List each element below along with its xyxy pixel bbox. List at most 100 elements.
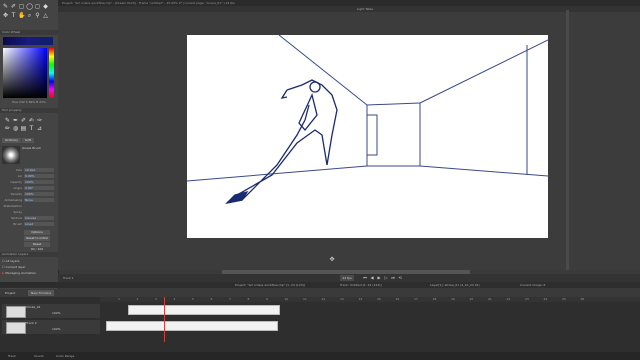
tab-ordinary[interactable]: Ordinary	[2, 138, 22, 143]
ruler-tick: 2	[136, 297, 139, 301]
status-bar	[0, 352, 640, 360]
pencil-subtool-icon[interactable]: ✐	[20, 117, 27, 124]
prop-opacity[interactable]: Opacity 100%	[2, 180, 56, 185]
prop-stabilization[interactable]: Stabilization	[2, 204, 56, 209]
play-icon[interactable]: ▶	[376, 275, 382, 281]
cel-strip[interactable]	[106, 321, 278, 331]
brush-icon[interactable]: ▢	[18, 3, 25, 10]
text-icon[interactable]: T	[10, 12, 17, 19]
ruler-tick: 10	[284, 297, 289, 301]
ruler-tick: 24	[543, 297, 548, 301]
prev-frame-icon[interactable]: ◀	[369, 275, 375, 281]
brush-preview	[2, 146, 20, 164]
back-top-line	[366, 102, 421, 106]
ruler-tick: 7	[229, 297, 231, 301]
track-name: stroke_01	[26, 305, 41, 309]
status-sound[interactable]: Sound	[34, 353, 43, 359]
info-track: Track: Untitled [1, 24 (123)]	[340, 283, 382, 287]
tab-new-timeline[interactable]: New Timeline	[28, 290, 55, 296]
loop-icon[interactable]: ⟲	[397, 275, 403, 281]
tab-project[interactable]: Project	[2, 290, 18, 296]
eraser-icon[interactable]: ◯	[26, 3, 33, 10]
layer-item-label: All layers	[5, 259, 20, 263]
blend-subtool-icon[interactable]: ✏	[4, 125, 11, 132]
fps-selector[interactable]: 24 fps	[340, 275, 354, 281]
ruler-tick: 9	[266, 297, 268, 301]
ruler-tick: 14	[358, 297, 363, 301]
move-icon[interactable]: ✥	[2, 12, 9, 19]
layer-item-label: Managing Animation	[5, 271, 37, 275]
ruler-tick: 8	[247, 297, 250, 301]
timeline-tabs	[0, 289, 640, 297]
pen-subtool-icon[interactable]: ✎	[4, 117, 11, 124]
tab-soft[interactable]: Soft	[22, 138, 34, 143]
text-subtool-icon[interactable]: T	[28, 125, 35, 132]
ruler-tick: 17	[414, 297, 418, 301]
fill-subtool-icon[interactable]: ◍	[12, 125, 19, 132]
ruler-tick: 20	[469, 297, 474, 301]
hand-icon[interactable]: ✋	[18, 12, 25, 19]
cel-strip[interactable]	[128, 305, 280, 315]
info-layer: Layer[1]: stroke_01 (4_10_24 01)	[430, 283, 480, 287]
tool-property-header: Tool property	[0, 108, 58, 113]
track-header[interactable]: stroke_01 100%	[2, 304, 100, 318]
prop-aa[interactable]: AA 0.00%	[2, 174, 56, 179]
status-track[interactable]: Track	[8, 353, 16, 359]
prop-spray[interactable]: Spray	[2, 210, 56, 215]
layer-item[interactable]: ☐ Current layer	[2, 265, 56, 270]
layer-item[interactable]: ▶ Managing Animation	[2, 271, 56, 276]
prop-antialiasing[interactable]: Antialiasing None	[2, 198, 56, 203]
status-color-range[interactable]: Color Range	[56, 353, 74, 359]
track-thumbnail	[6, 306, 26, 318]
ruler-tick: 4	[173, 297, 176, 301]
prop-texture[interactable]: Texture Canvas	[2, 216, 56, 221]
pen-icon[interactable]: ✎	[2, 3, 9, 10]
reset-to-initial-button[interactable]: Reset to initial	[24, 236, 50, 241]
zoom-icon[interactable]: ⌕	[26, 12, 33, 19]
brush-name: Gisela Brush	[22, 146, 41, 150]
gradient-subtool-icon[interactable]: ▤	[20, 125, 27, 132]
ruler-tick: 5	[192, 297, 194, 301]
next-frame-icon[interactable]: ▷	[383, 275, 389, 281]
airbrush-subtool-icon[interactable]: ✑	[36, 117, 43, 124]
playhead[interactable]	[164, 297, 165, 342]
brush-subtool-icon[interactable]: ✍	[28, 117, 35, 124]
prop-brush[interactable]: Brush Lined	[2, 222, 56, 227]
marker-subtool-icon[interactable]: ✒	[12, 117, 19, 124]
select-icon[interactable]: ◻	[34, 3, 41, 10]
ruler-subtool-icon[interactable]: ⊿	[36, 125, 43, 132]
options-row: Options	[2, 230, 56, 235]
prop-density[interactable]: Density 100%	[2, 192, 56, 197]
options-button[interactable]: Options	[24, 230, 50, 235]
first-frame-icon[interactable]: ⏮	[362, 275, 368, 281]
layer-item[interactable]: ☐ All layers	[2, 259, 56, 264]
ruler-tick: 16	[395, 297, 400, 301]
eyedropper-icon[interactable]: ⚲	[34, 12, 41, 19]
animation-layers-header: Animation Layers	[0, 252, 58, 257]
figure-foot	[225, 190, 249, 205]
info-current-image: Current image: 6	[520, 283, 546, 287]
hue-slider[interactable]	[49, 48, 54, 98]
ceiling-right-line	[419, 39, 548, 104]
ruler-tick: 1	[118, 297, 120, 301]
pencil-icon[interactable]: ✐	[10, 3, 17, 10]
figure-head	[309, 81, 321, 93]
track-thumbnail	[6, 322, 26, 334]
move-cursor-icon: ✥	[329, 256, 335, 263]
color-readout: Hue 232 S 89% B 22%	[12, 100, 46, 104]
track-name: Track 2	[26, 321, 37, 325]
vertical-scrollbar[interactable]	[566, 10, 569, 270]
fill-icon[interactable]: ◆	[42, 3, 49, 10]
color-saturation-field[interactable]	[3, 48, 47, 98]
prop-angle[interactable]: Angle 0.00°	[2, 186, 56, 191]
prop-size[interactable]: Size 10.0px	[2, 168, 56, 173]
figure-icon[interactable]: △	[42, 12, 49, 19]
main-color-swatch[interactable]	[3, 37, 53, 45]
ruler-tick: 13	[340, 297, 344, 301]
track-selector[interactable]: Track 1	[63, 275, 93, 281]
frame-ruler[interactable]	[100, 297, 640, 302]
ruler-tick: 6	[210, 297, 213, 301]
ruler-tick: 12	[321, 297, 326, 301]
last-frame-icon[interactable]: ⏭	[390, 275, 396, 281]
track-header[interactable]: Track 2 100%	[2, 320, 100, 334]
